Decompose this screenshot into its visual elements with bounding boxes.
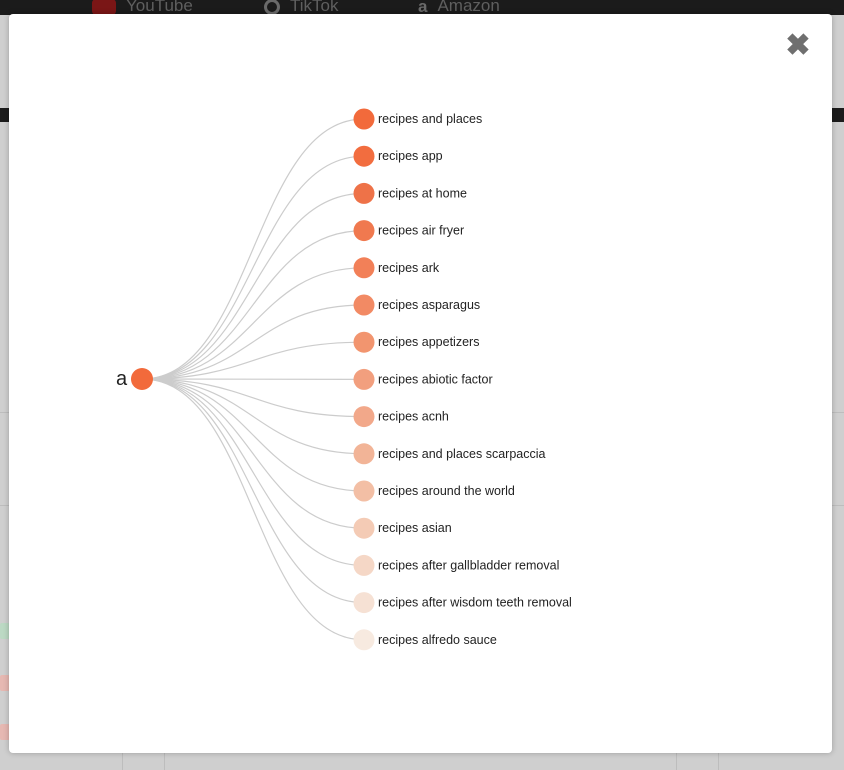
suggestion-node[interactable] bbox=[353, 220, 375, 242]
suggestion-node[interactable] bbox=[353, 257, 375, 279]
suggestion-label[interactable]: recipes after gallbladder removal bbox=[378, 558, 559, 572]
tree-edge bbox=[141, 304, 365, 380]
root-label: a bbox=[116, 368, 128, 390]
amazon-icon: a bbox=[418, 0, 428, 15]
youtube-icon bbox=[92, 0, 116, 15]
suggestion-node[interactable] bbox=[353, 331, 375, 353]
suggestion-label[interactable]: recipes around the world bbox=[378, 484, 515, 498]
suggestion-node[interactable] bbox=[353, 368, 375, 390]
background-divider bbox=[718, 753, 719, 770]
suggestion-label[interactable]: recipes alfredo sauce bbox=[378, 633, 497, 647]
background-divider bbox=[676, 753, 677, 770]
suggestion-label[interactable]: recipes air fryer bbox=[378, 224, 464, 238]
suggestion-label[interactable]: recipes ark bbox=[378, 261, 440, 275]
suggestion-label[interactable]: recipes abiotic factor bbox=[378, 372, 493, 386]
suggestion-label[interactable]: recipes appetizers bbox=[378, 335, 479, 349]
suggestion-node[interactable] bbox=[353, 182, 375, 204]
bookmark-label: Amazon bbox=[437, 0, 500, 15]
suggestion-node[interactable] bbox=[353, 443, 375, 465]
suggestion-node[interactable] bbox=[353, 629, 375, 651]
background-divider bbox=[122, 753, 123, 770]
root-node[interactable] bbox=[131, 368, 153, 390]
tree-edge bbox=[141, 155, 365, 380]
suggestion-label[interactable]: recipes and places bbox=[378, 112, 482, 126]
suggestion-label[interactable]: recipes acnh bbox=[378, 410, 449, 424]
tree-edge bbox=[141, 267, 365, 380]
suggestion-label[interactable]: recipes at home bbox=[378, 186, 467, 200]
tiktok-icon bbox=[264, 0, 280, 15]
suggestion-node[interactable] bbox=[353, 145, 375, 167]
suggestion-label[interactable]: recipes asian bbox=[378, 521, 452, 535]
suggestion-node[interactable] bbox=[353, 554, 375, 576]
bookmark-amazon[interactable]: a Amazon bbox=[418, 0, 500, 15]
suggestion-node[interactable] bbox=[353, 592, 375, 614]
bookmark-label: YouTube bbox=[126, 0, 193, 15]
background-divider bbox=[164, 753, 165, 770]
suggestion-node[interactable] bbox=[353, 480, 375, 502]
tree-edge bbox=[141, 378, 365, 566]
suggestion-label[interactable]: recipes asparagus bbox=[378, 298, 480, 312]
tree-edge bbox=[141, 378, 365, 604]
suggestion-label[interactable]: recipes and places scarpaccia bbox=[378, 447, 545, 461]
bookmarks-bar: YouTube TikTok a Amazon bbox=[0, 0, 844, 15]
bookmark-label: TikTok bbox=[290, 0, 339, 15]
tree-edge bbox=[141, 378, 365, 529]
suggestion-tree: recipes and places recipes app recipes at … bbox=[116, 108, 572, 651]
tree-edge bbox=[141, 230, 365, 380]
tree-edge bbox=[141, 192, 365, 380]
suggestion-label[interactable]: recipes after wisdom teeth removal bbox=[378, 596, 572, 610]
bookmark-tiktok[interactable]: TikTok bbox=[264, 0, 339, 15]
tree-edge bbox=[141, 118, 365, 380]
suggestions-modal: ✖ recipes and places recipes app recipes a… bbox=[9, 14, 832, 753]
tree-edge bbox=[141, 378, 365, 641]
suggestion-node[interactable] bbox=[353, 406, 375, 428]
suggestion-node[interactable] bbox=[353, 294, 375, 316]
suggestion-node[interactable] bbox=[353, 517, 375, 539]
suggestion-label[interactable]: recipes app bbox=[378, 149, 443, 163]
bookmark-youtube[interactable]: YouTube bbox=[92, 0, 193, 15]
tree-edge bbox=[141, 378, 365, 455]
suggestion-node[interactable] bbox=[353, 108, 375, 130]
tree-edge bbox=[141, 378, 365, 492]
